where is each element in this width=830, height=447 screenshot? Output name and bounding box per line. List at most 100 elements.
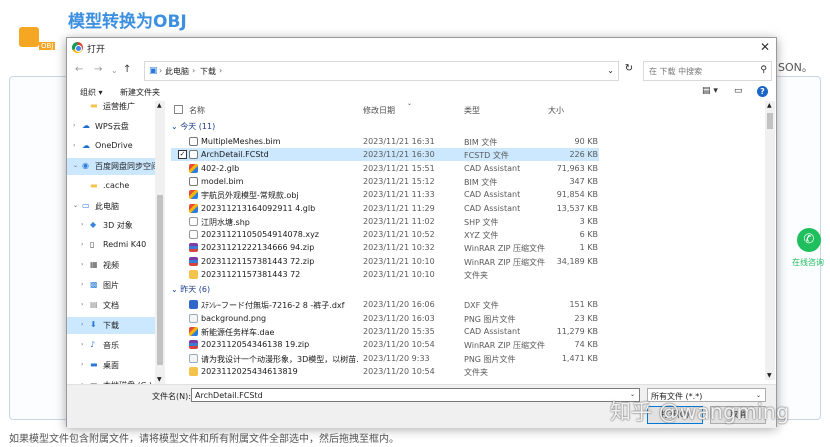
expand-arrow-icon[interactable]: ⌄ [73,202,78,209]
sidebar-item[interactable]: › ▩ 图片 [67,277,155,294]
bim-file-icon [189,176,198,186]
sidebar-item[interactable]: ⌄ ◉ 百度网盘同步空间 [67,157,159,175]
xyz-file-icon [189,230,198,240]
close-icon[interactable]: ✕ [760,40,770,54]
scroll-up-icon[interactable]: ▲ [157,102,162,109]
file-row[interactable]: 402-2.glb 2023/11/21 15:51 CAD Assistant 71… [171,162,599,175]
sidebar-item[interactable]: › ▦ 视频 [67,257,155,274]
zip-file-icon [189,256,198,266]
expand-arrow-icon[interactable]: › [81,321,83,328]
group-header[interactable]: ⌄ 昨天 (6) [171,284,210,295]
file-row[interactable]: 宇航员外观模型-常规款.obj 2023/11/21 11:33 CAD Assis… [171,188,599,201]
scroll-down-icon[interactable]: ▼ [157,376,162,383]
expand-arrow-icon[interactable]: › [73,122,75,129]
chevron-down-icon[interactable]: ⌄ [607,66,614,75]
scroll-down-icon[interactable]: ▼ [767,372,772,379]
dialog-titlebar: 打开 ✕ [67,38,776,58]
back-arrow-icon[interactable]: ← [75,64,83,75]
sidebar-item[interactable]: › ♪ 音乐 [67,337,155,354]
expand-arrow-icon[interactable]: › [81,221,83,228]
file-row[interactable]: MultipleMeshes.bim 2023/11/21 16:31 BIM 文件… [171,135,599,148]
select-all-checkbox[interactable] [174,105,183,114]
view-options-icon[interactable]: ▤ ▾ [702,86,718,96]
preview-pane-icon[interactable]: ▭ [734,86,743,96]
sidebar-item[interactable]: › ▤ 文档 [67,297,155,314]
column-type[interactable]: 类型 [464,105,480,116]
sidebar-item-label: 音乐 [103,340,119,350]
file-date: 2023/11/20 10:54 [363,340,435,350]
file-row[interactable]: background.png 2023/11/20 16:03 PNG 图片文件 23… [171,312,599,325]
column-date[interactable]: 修改日期 [363,105,395,116]
forward-arrow-icon[interactable]: → [94,64,102,75]
sidebar-item[interactable]: ▬ .cache [67,178,155,195]
file-type: 文件夹 [464,367,488,377]
file-row[interactable]: ｽﾃﾝﾚｰフード付無垢-7216-2 8 -裤子.dxf 2023/11/20 1… [171,298,599,311]
sidebar-item[interactable]: › ▯ Redmi K40 [67,237,155,254]
sidebar-item[interactable]: › ⬇ 下载 [67,316,155,334]
sidebar-item[interactable]: › ☁ WPS云盘 [67,118,155,135]
expand-arrow-icon[interactable]: › [81,361,83,368]
expand-arrow-icon[interactable]: › [81,241,83,248]
file-size: 6 KB [579,230,598,240]
sidebar-item[interactable]: ▬ 运营推广 [67,101,155,115]
file-type: WinRAR ZIP 压缩文件 [464,341,546,351]
expand-arrow-icon[interactable]: › [81,341,83,348]
expand-arrow-icon[interactable]: › [81,301,83,308]
expand-arrow-icon[interactable]: › [81,261,83,268]
file-type: 文件夹 [464,271,488,280]
column-name[interactable]: 名称 [189,105,205,116]
file-row[interactable]: 202311213164092911 4.glb 2023/11/21 11:29… [171,202,599,215]
sidebar-item[interactable]: ⌄ ▭ 此电脑 [67,198,155,215]
recent-dropdown-icon[interactable]: ⌄ [111,66,118,75]
expand-arrow-icon[interactable]: › [73,142,75,149]
search-input[interactable]: 在 下载 中搜索 ⚲ [643,61,772,81]
up-arrow-icon[interactable]: ↑ [123,64,131,75]
file-date: 2023/11/20 16:03 [363,313,435,323]
row-checkbox[interactable]: ✓ [178,150,187,160]
sidebar-item-label: 下载 [103,320,119,330]
file-row[interactable]: 20231121222134666 94.zip 2023/11/21 10:32… [171,241,599,254]
column-size[interactable]: 大小 [548,105,564,116]
expand-arrow-icon[interactable]: ⌄ [73,162,78,169]
png-file-icon [189,353,198,363]
file-row[interactable]: model.bim 2023/11/21 15:12 BIM 文件 347 KB [171,175,599,188]
cloud-icon: ☁ [82,120,90,130]
refresh-icon[interactable]: ↻ [620,63,638,79]
file-row[interactable]: 请为我设计一个动漫形象，3D模型，以树苗... 2023/11/20 9:33 PN… [171,352,599,365]
sidebar-scrollbar[interactable]: ▲ ▼ [155,101,165,384]
filename-label: 文件名(N): [152,392,191,401]
scroll-up-icon[interactable]: ▲ [767,102,772,109]
file-row[interactable]: 20231121105054914078.xyz 2023/11/21 10:52… [171,228,599,241]
organize-menu[interactable]: 组织 ▾ [80,87,103,98]
file-date: 2023/11/21 15:12 [363,176,435,186]
file-row[interactable]: 20231121157381443 72 2023/11/21 10:10 文件夹 [171,268,599,281]
file-row[interactable]: 新能源任务样车.dae 2023/11/20 15:35 CAD Assistant… [171,325,599,338]
sidebar-item[interactable]: › ◆ 3D 对象 [67,217,155,234]
picture-icon: ▩ [90,280,98,290]
address-bar[interactable]: ▣ › 此电脑 › 下载 › ⌄ [144,61,619,81]
sidebar-scroll-thumb[interactable] [157,195,163,365]
breadcrumb-this-pc[interactable]: 此电脑 [165,66,189,77]
file-row[interactable]: ✓ ArchDetail.FCStd 2023/11/21 16:30 FCSTD 文… [171,148,599,162]
breadcrumb-downloads[interactable]: 下载 [200,66,216,77]
file-row[interactable]: 江阴水塘.shp 2023/11/21 11:02 SHP 文件 3 KB [171,215,599,228]
sidebar-item[interactable]: › ☁ OneDrive [67,138,155,155]
file-row[interactable]: 2023112025434613819 2023/11/20 10:54 文件夹 [171,365,599,378]
file-date: 2023/11/21 16:31 [363,137,435,146]
file-row[interactable]: 20231121157381443 72.zip 2023/11/21 10:10… [171,255,599,268]
file-list-scrollbar[interactable]: ▲ ▼ [765,101,775,380]
file-scroll-thumb[interactable] [767,113,773,129]
group-header[interactable]: ⌄ 今天 (11) [171,121,215,132]
cad-file-icon [189,163,198,173]
filename-input[interactable]: ArchDetail.FCStd [191,388,640,402]
file-row[interactable]: 2023112054346138 19.zip 2023/11/20 10:54 W… [171,338,599,351]
upload-hint: 如果模型文件包含附属文件，请将模型文件和所有附属文件全部选中，然后拖拽至框内。 [9,434,399,445]
new-folder-button[interactable]: 新建文件夹 [120,87,160,98]
online-consult-label[interactable]: 在线咨询 [792,257,824,268]
expand-arrow-icon[interactable]: › [81,281,83,288]
sidebar-item[interactable]: ›▭本地磁盘 (C:) [67,377,155,384]
file-name: 2023112054346138 19.zip [201,340,310,350]
sidebar-item[interactable]: › ▬ 桌面 [67,357,155,374]
help-icon[interactable]: ? [757,86,768,97]
wechat-icon[interactable]: ✆ [797,228,821,252]
